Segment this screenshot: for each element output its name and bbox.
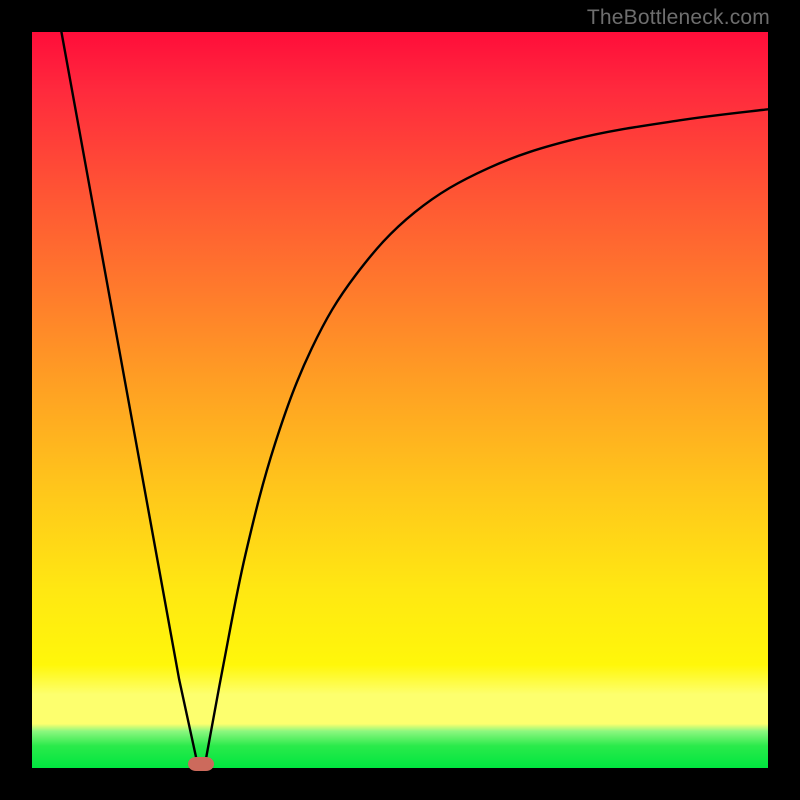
curve-left-segment — [61, 32, 197, 764]
curve-right-segment — [205, 109, 768, 764]
minimum-marker — [188, 757, 214, 771]
chart-frame: TheBottleneck.com — [0, 0, 800, 800]
bottleneck-curve — [32, 32, 768, 768]
watermark-text: TheBottleneck.com — [587, 6, 770, 30]
